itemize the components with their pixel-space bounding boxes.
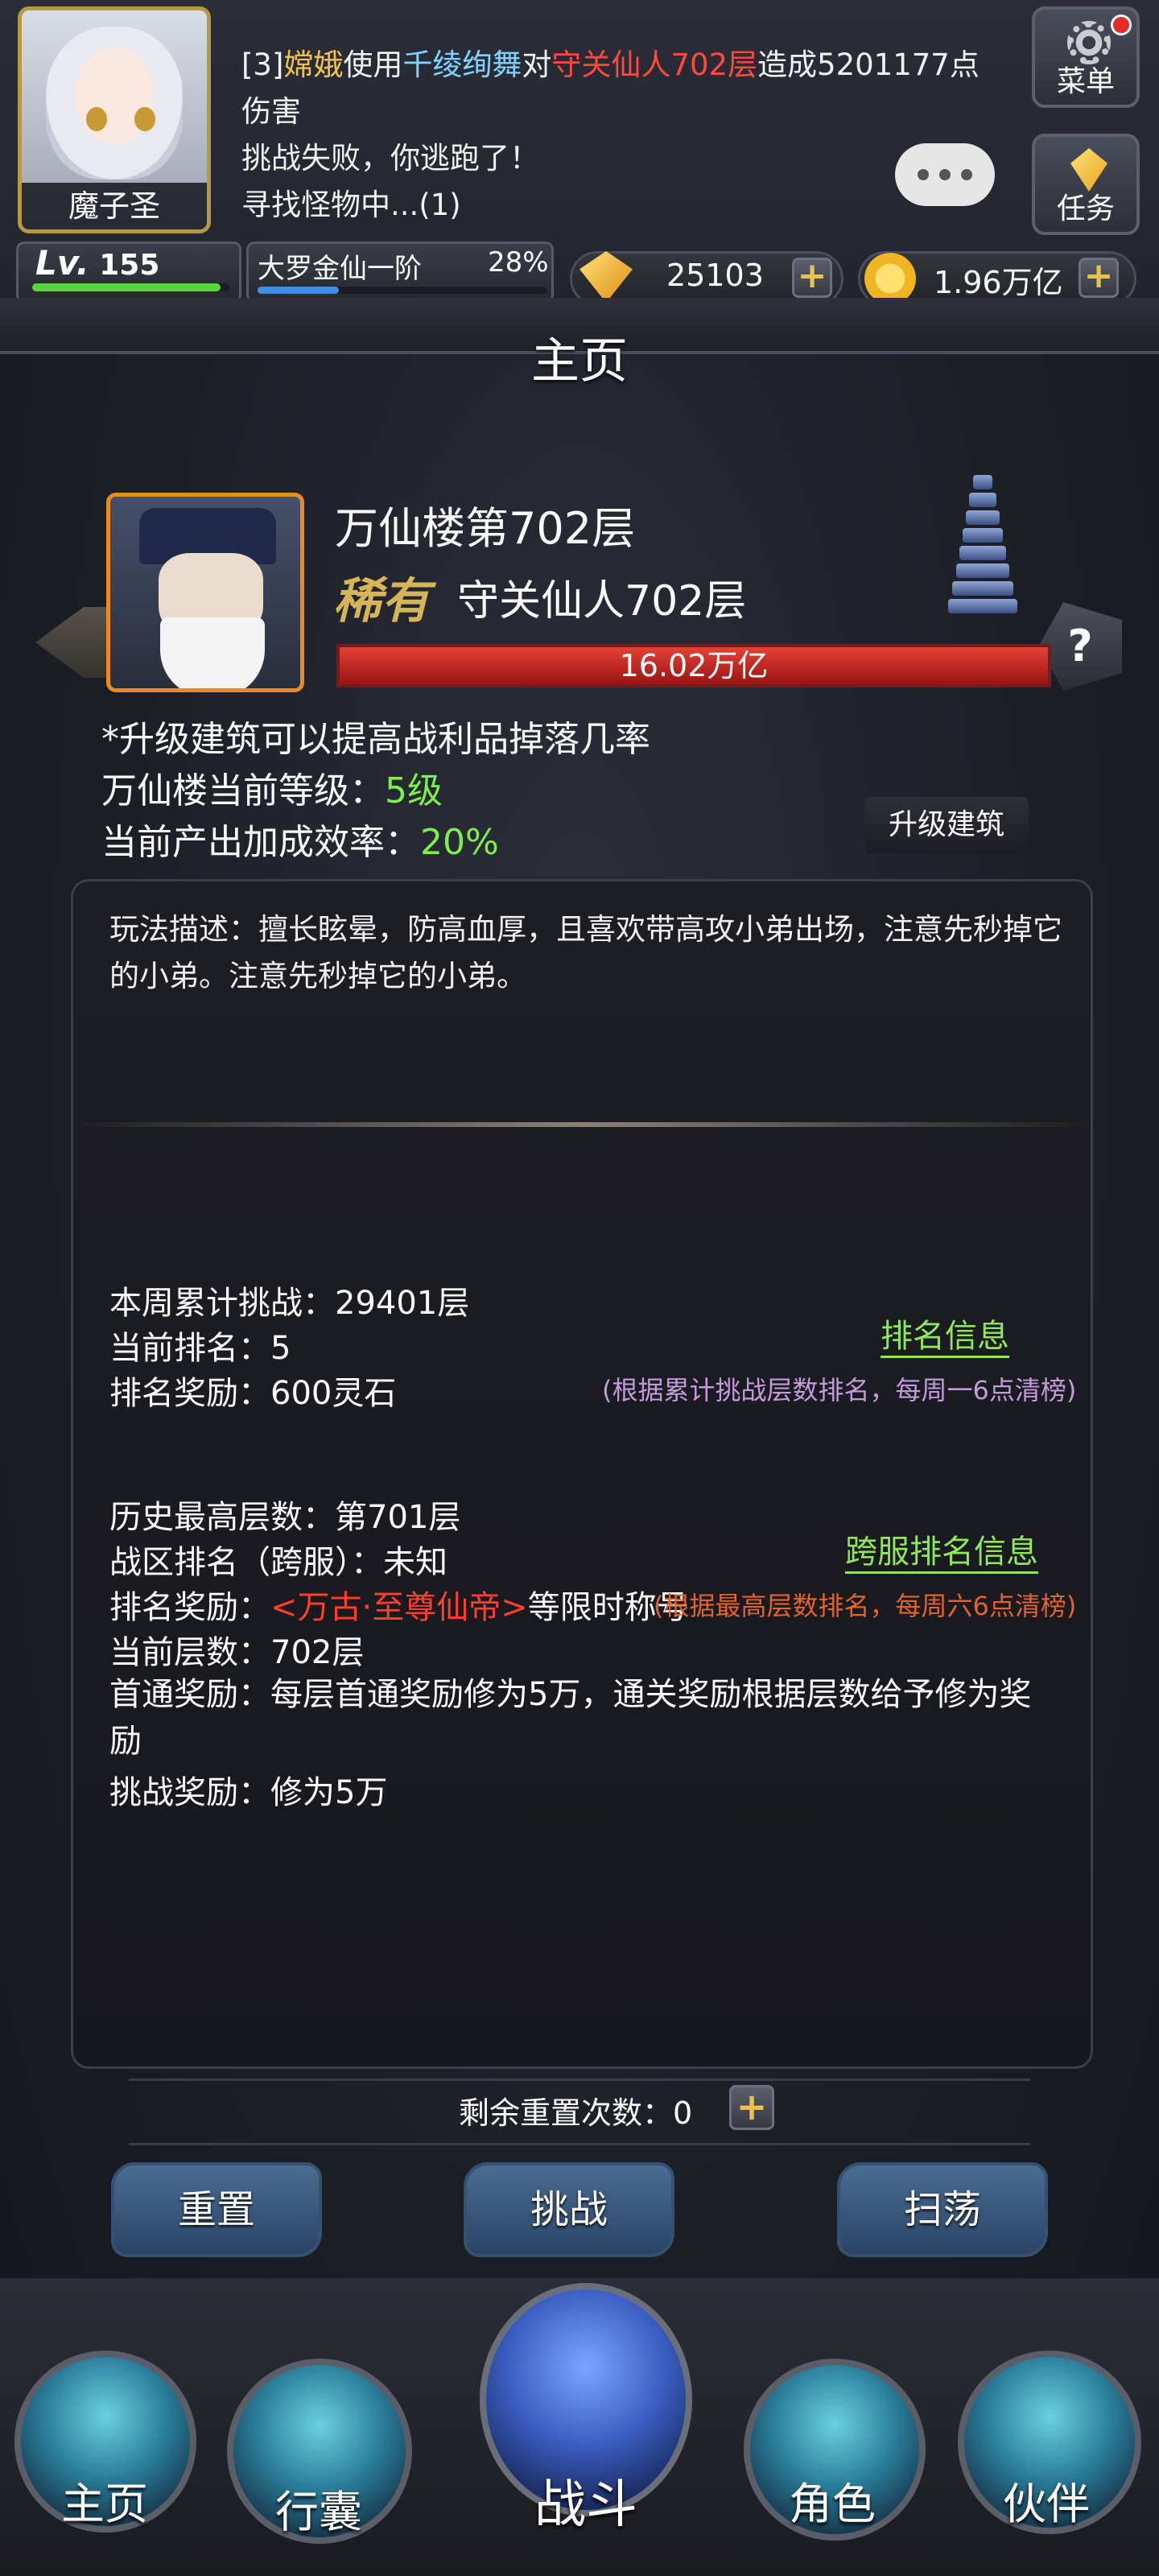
upgrade-building-button[interactable]: 升级建筑 (864, 797, 1029, 853)
realm-progress (258, 287, 547, 294)
current-rank: 当前排名：5 (109, 1330, 291, 1367)
pagoda-icon (947, 475, 1019, 620)
add-gems-button[interactable]: + (792, 258, 832, 298)
rank-note: (根据累计挑战层数排名，每周一6点清榜) (602, 1375, 1077, 1406)
gold-coin-icon (864, 253, 916, 304)
boss-floor-title: 万仙楼第702层 (335, 503, 636, 554)
sweep-button[interactable]: 扫荡 (837, 2162, 1048, 2257)
chat-icon[interactable] (895, 143, 995, 206)
building-tip: *升级建筑可以提高战利品掉落几率 (101, 719, 650, 760)
battle-log: [3]嫦娥使用千绫绚舞对守关仙人702层造成5201177点 伤害 挑战失败，你… (241, 42, 1014, 229)
gameplay-description: 玩法描述：擅长眩晕，防高血厚，且喜欢带高攻小弟出场，注意先秒掉它的小弟。注意先秒… (109, 912, 1062, 993)
menu-label: 菜单 (1056, 65, 1115, 98)
reset-button[interactable]: 重置 (111, 2162, 322, 2257)
cross-rank-reward: 排名奖励：<万古·至尊仙帝>等限时称号 (109, 1589, 689, 1626)
info-panel (71, 879, 1093, 2069)
first-clear-reward: 首通奖励：每层首通奖励修为5万，通关奖励根据层数给予修为奖励 (109, 1676, 1032, 1760)
building-level: 万仙楼当前等级：5级 (101, 770, 443, 811)
rarity-badge: 稀有 (333, 573, 430, 630)
page-title: 主页 (531, 333, 628, 390)
notification-dot (1111, 14, 1132, 35)
realm-percent: 28% (488, 246, 549, 279)
gold-count: 1.96万亿 (934, 265, 1063, 300)
nav-bag-label: 行囊 (275, 2487, 362, 2537)
reset-count: 剩余重置次数：0 (459, 2095, 693, 2131)
battle-log-line: [3]嫦娥使用千绫绚舞对守关仙人702层造成5201177点 (241, 47, 980, 82)
cross-rank-note: (根据最高层数排名，每周六6点清榜) (654, 1591, 1077, 1621)
cross-server-rank: 战区排名（跨服）：未知 (109, 1544, 448, 1581)
current-floor: 当前层数：702层 (109, 1634, 365, 1671)
nav-battle-label: 战斗 (534, 2475, 637, 2535)
divider (129, 2143, 1030, 2145)
level-progress-fill (32, 283, 221, 291)
challenge-button[interactable]: 挑战 (464, 2162, 674, 2257)
gem-count: 25103 (666, 258, 764, 293)
history-best: 历史最高层数：第701层 (109, 1499, 461, 1536)
avatar-eye (134, 107, 155, 131)
nav-partner-label: 伙伴 (1003, 2479, 1090, 2529)
rank-info-link[interactable]: 排名信息 (881, 1317, 1009, 1358)
realm-name: 大罗金仙一阶 (258, 253, 422, 285)
boss-hp-bar: 16.02万亿 (336, 644, 1051, 687)
quest-label: 任务 (1056, 192, 1115, 225)
weekly-challenge: 本周累计挑战：29401层 (109, 1285, 470, 1322)
realm-progress-fill (258, 287, 339, 294)
menu-button[interactable]: 菜单 (1032, 6, 1140, 108)
cross-rank-info-link[interactable]: 跨服排名信息 (845, 1533, 1038, 1574)
add-reset-button[interactable]: + (729, 2085, 774, 2130)
player-name: 魔子圣 (22, 183, 207, 229)
level-progress (32, 283, 230, 291)
battle-log-line: 伤害 (241, 94, 301, 129)
boss-portrait (106, 493, 304, 692)
boss-hp-text: 16.02万亿 (619, 648, 769, 683)
level-text: Lv. 155 (35, 243, 160, 283)
divider (71, 1122, 1093, 1127)
boss-name: 守关仙人702层 (457, 577, 747, 625)
divider (129, 2079, 1030, 2081)
add-gold-button[interactable]: + (1079, 258, 1119, 298)
rank-reward: 排名奖励：600灵石 (109, 1375, 397, 1412)
quest-button[interactable]: 任务 (1032, 134, 1140, 235)
avatar-portrait (46, 27, 183, 180)
nav-home-label: 主页 (61, 2479, 148, 2529)
avatar-eye (86, 107, 107, 131)
building-bonus: 当前产出加成效率：20% (101, 822, 499, 863)
player-avatar[interactable]: 魔子圣 (18, 6, 211, 233)
challenge-reward: 挑战奖励：修为5万 (109, 1774, 388, 1811)
nav-role-label: 角色 (789, 2479, 876, 2529)
